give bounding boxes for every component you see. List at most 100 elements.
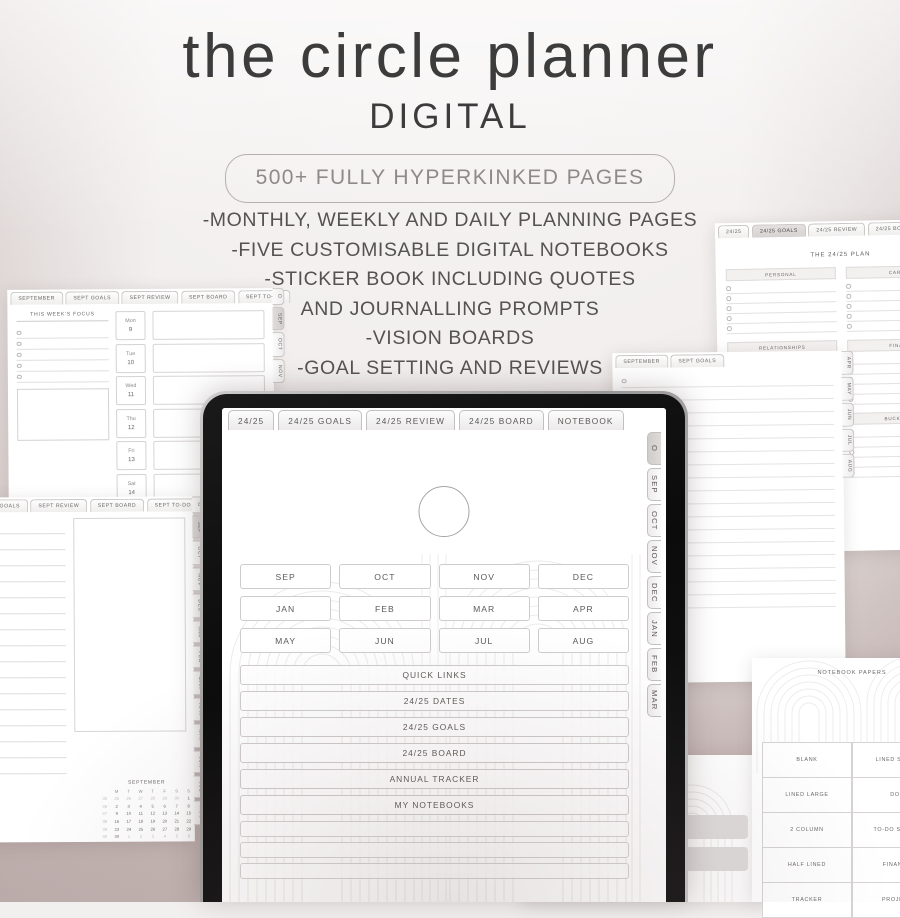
planner-side-tab[interactable]: NOV <box>647 540 661 573</box>
quick-link-button[interactable]: ANNUAL TRACKER <box>240 769 629 789</box>
calendar-day[interactable]: 3 <box>123 802 135 810</box>
planner-tab[interactable]: 24/25 <box>228 410 275 430</box>
planner-tab[interactable]: 24/25 GOALS <box>278 410 363 430</box>
month-button[interactable]: JUN <box>339 628 431 653</box>
calendar-day[interactable]: 19 <box>147 817 159 825</box>
month-button[interactable]: MAY <box>240 628 332 653</box>
hour-row[interactable]: 10 <box>0 566 66 583</box>
calendar-day[interactable]: 21 <box>171 817 183 825</box>
quick-link-button[interactable]: 24/25 DATES <box>240 691 629 711</box>
hour-row[interactable]: 2 <box>0 630 66 647</box>
calendar-day[interactable]: 9 <box>111 810 123 818</box>
month-button[interactable]: NOV <box>438 564 530 589</box>
month-button[interactable]: JUL <box>438 628 530 653</box>
calendar-day[interactable]: 10 <box>123 810 135 818</box>
link-strip[interactable] <box>240 821 629 837</box>
mini-calendar[interactable]: SEPTEMBER M T W T F S S 35 25 26 27 28 29 30 1 36 2 3 4 5 6 7 8… <box>99 779 195 840</box>
month-button[interactable]: JAN <box>240 596 332 621</box>
hour-row[interactable]: 12 <box>0 598 66 615</box>
tablet-screen[interactable]: 24/25 24/25 GOALS 24/25 REVIEW 24/25 BOARD N… <box>222 408 666 902</box>
notebook-papers-page[interactable]: NOTEBOOK PAPERS BLANKLINED SMALLLINED LA… <box>752 658 900 918</box>
quick-link-button[interactable]: QUICK LINKS <box>240 665 629 685</box>
month-button[interactable]: MAR <box>438 596 530 621</box>
month-button[interactable]: FEB <box>339 596 431 621</box>
planner-side-tab[interactable]: OCT <box>647 504 661 537</box>
planner-side-tab[interactable]: O <box>647 432 661 465</box>
notebook-paper-type[interactable]: LINED SMALL <box>851 741 900 778</box>
plan-section-row[interactable] <box>849 465 900 478</box>
calendar-day[interactable]: 6 <box>183 832 195 840</box>
notebook-paper-type[interactable]: 2 COLUMN <box>761 812 853 849</box>
notebook-paper-type[interactable]: LINED LARGE <box>761 776 853 813</box>
planner-side-tab[interactable]: FEB <box>647 648 661 681</box>
calendar-day[interactable]: 14 <box>171 810 183 818</box>
calendar-day[interactable]: 5 <box>147 802 159 810</box>
notebook-paper-type[interactable]: PROJECT <box>851 882 900 918</box>
notebook-paper-type[interactable]: TRACKER <box>761 882 853 918</box>
calendar-day[interactable]: 4 <box>159 833 171 841</box>
hour-row[interactable]: 1 <box>0 614 66 631</box>
calendar-day[interactable]: 17 <box>123 818 135 826</box>
weekly-focus-notes-box[interactable] <box>16 388 110 441</box>
calendar-day[interactable]: 29 <box>159 795 171 803</box>
planner-side-tab[interactable]: MAR <box>647 684 661 717</box>
calendar-day[interactable]: 30 <box>111 833 123 841</box>
doc-tab[interactable]: SEPT GOALS <box>0 498 28 513</box>
side-month-tab[interactable]: AUG <box>842 453 855 479</box>
day-cell[interactable]: Thu 12 <box>116 408 147 438</box>
calendar-day[interactable]: 26 <box>123 795 135 803</box>
calendar-day[interactable]: 23 <box>111 825 123 833</box>
calendar-day[interactable]: 28 <box>171 825 183 833</box>
plan-section-row[interactable] <box>848 392 900 405</box>
hour-row[interactable]: 7 <box>0 518 66 535</box>
quick-link-button[interactable]: 24/25 BOARD <box>240 743 629 763</box>
calendar-day[interactable]: 6 <box>159 802 171 810</box>
side-month-tab[interactable]: JUN <box>841 403 855 427</box>
planner-side-tab[interactable]: SEP <box>647 468 661 501</box>
hour-row[interactable]: 9 <box>0 550 66 567</box>
month-button[interactable]: SEP <box>240 564 332 589</box>
planner-tab[interactable]: 24/25 BOARD <box>459 410 544 430</box>
planner-tab[interactable]: NOTEBOOK <box>547 410 624 430</box>
hour-row[interactable]: 11 <box>0 582 66 599</box>
side-month-tab[interactable]: JUL <box>842 428 855 452</box>
calendar-day[interactable]: 18 <box>135 817 147 825</box>
hour-row[interactable]: 3 <box>0 646 66 663</box>
hour-row[interactable]: 10 <box>0 758 67 775</box>
month-button[interactable]: AUG <box>537 628 629 653</box>
notebook-paper-type[interactable]: DOT <box>851 776 900 813</box>
planner-tab[interactable]: 24/25 REVIEW <box>366 410 456 430</box>
notebook-paper-type[interactable]: FINANCE <box>851 847 900 884</box>
month-button[interactable]: OCT <box>339 564 431 589</box>
calendar-day[interactable]: 24 <box>123 825 135 833</box>
notebook-paper-type[interactable]: TO-DO SINGLE <box>851 812 900 849</box>
daily-notes-box[interactable] <box>73 517 187 733</box>
notebook-paper-type[interactable]: HALF LINED <box>761 847 853 884</box>
calendar-day[interactable]: 27 <box>159 825 171 833</box>
calendar-day[interactable]: 1 <box>123 833 135 841</box>
calendar-day[interactable]: 26 <box>147 825 159 833</box>
hour-row[interactable]: 8 <box>0 726 67 743</box>
calendar-day[interactable]: 3 <box>147 833 159 841</box>
doc-tab[interactable]: SEPT REVIEW <box>30 498 88 513</box>
calendar-day[interactable]: 7 <box>171 802 183 810</box>
notebook-paper-type[interactable]: BLANK <box>761 741 853 778</box>
calendar-day[interactable]: 2 <box>111 802 123 810</box>
hour-row[interactable]: 7 <box>0 710 67 727</box>
quick-link-button[interactable]: MY NOTEBOOKS <box>240 795 629 815</box>
daily-planner-page[interactable]: SEPT GOALSSEPT REVIEWSEPT BOARDSEPT TO-D… <box>0 496 206 843</box>
calendar-day[interactable]: 30 <box>171 794 183 802</box>
hour-row[interactable]: 8 <box>0 534 66 551</box>
calendar-day[interactable]: 12 <box>147 810 159 818</box>
calendar-day[interactable]: 27 <box>135 795 147 803</box>
day-cell[interactable]: Fri 13 <box>116 440 147 471</box>
link-strip[interactable] <box>240 842 629 858</box>
calendar-day[interactable]: 25 <box>111 795 123 803</box>
calendar-day[interactable]: 20 <box>159 817 171 825</box>
month-button[interactable]: DEC <box>537 564 629 589</box>
hour-row[interactable]: 4 <box>0 662 67 679</box>
calendar-day[interactable]: 4 <box>135 802 147 810</box>
link-strip[interactable] <box>240 863 629 879</box>
planner-side-tab[interactable]: DEC <box>647 576 661 609</box>
hour-row[interactable]: 9 <box>0 742 67 759</box>
